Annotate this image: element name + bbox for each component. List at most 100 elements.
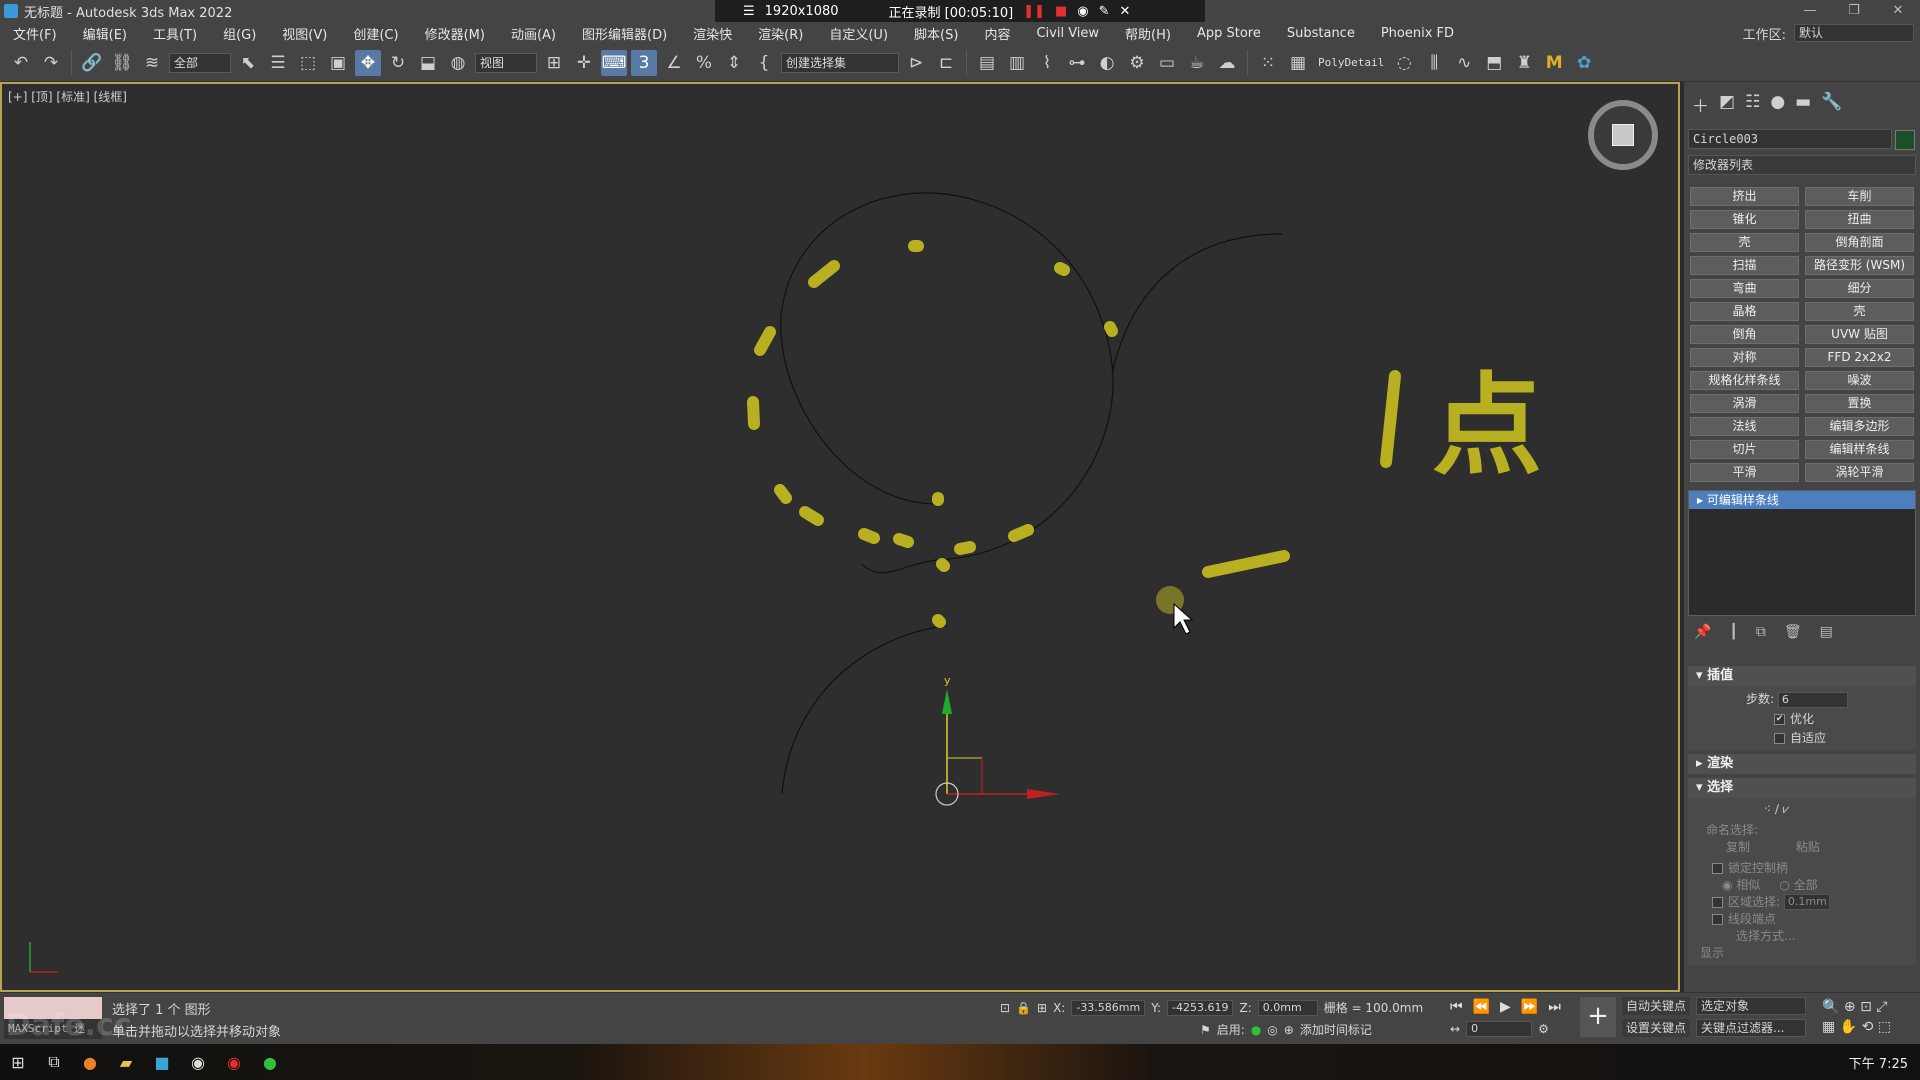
bind-space-warp-icon[interactable]: ≋ [139, 50, 165, 76]
menu-customize[interactable]: 自定义(U) [816, 24, 901, 43]
align-icon[interactable]: ⊏ [933, 50, 959, 76]
windows-start-icon[interactable]: ⊞ [0, 1044, 36, 1080]
go-to-end-icon[interactable]: ⏭ [1548, 999, 1561, 1015]
wechat-icon[interactable]: ● [252, 1044, 288, 1080]
isolate-selection-icon[interactable]: ⊡ [1000, 1001, 1010, 1015]
task-view-icon[interactable]: ⧉ [36, 1044, 72, 1080]
firefox-icon[interactable]: ● [72, 1044, 108, 1080]
modifier-button-path-deform[interactable]: 路径变形 (WSM) [1805, 256, 1914, 275]
add-time-tag-label[interactable]: 添加时间标记 [1300, 1021, 1372, 1038]
camera-icon[interactable]: ◉ [1077, 4, 1088, 19]
selected-objects-dropdown[interactable]: 选定对象 [1696, 997, 1807, 1015]
absolute-mode-icon[interactable]: ⊞ [1037, 1001, 1047, 1015]
set-key-button[interactable]: 设置关键点 [1622, 1019, 1691, 1037]
menu-create[interactable]: 创建(C) [340, 24, 411, 43]
link-icon[interactable]: 🔗 [79, 50, 105, 76]
select-and-move-icon[interactable]: ✥ [355, 49, 381, 76]
selection-lock-icon[interactable]: 🔒 [1016, 1001, 1031, 1015]
schematic-view-icon[interactable]: ⊶ [1064, 50, 1090, 76]
modify-tab-icon[interactable]: ◩ [1719, 92, 1735, 117]
time-configuration-icon[interactable]: ⚙ [1538, 1022, 1549, 1036]
polydetail-button[interactable]: PolyDetail [1315, 56, 1387, 69]
layer-explorer-icon[interactable]: ▤ [974, 50, 1000, 76]
window-crossing-icon[interactable]: ▣ [325, 50, 351, 76]
file-explorer-icon[interactable]: ▰ [108, 1044, 144, 1080]
z-coordinate-field[interactable]: 0.0mm [1257, 999, 1318, 1016]
maximize-icon[interactable]: ❐ [1832, 0, 1876, 22]
undo-icon[interactable]: ↶ [8, 50, 34, 76]
time-config-icon[interactable]: ◎ [1267, 1023, 1277, 1037]
optimize-checkbox[interactable]: ✔ [1774, 713, 1785, 725]
media-icon[interactable]: ◉ [180, 1044, 216, 1080]
sub-object-level-icons[interactable]: ⁖ ∕ ⩗ [1696, 802, 1908, 817]
workspace-dropdown[interactable]: 默认 [1794, 24, 1914, 42]
motion-tab-icon[interactable]: ● [1770, 92, 1785, 117]
render-production-icon[interactable]: ☕ [1184, 50, 1210, 76]
ref-coord-dropdown[interactable]: 视图 [475, 52, 537, 73]
pin-stack-icon[interactable]: 📌 [1694, 624, 1711, 640]
snaps-toggle-icon[interactable]: 3 [631, 49, 657, 76]
previous-frame-icon[interactable]: ⏪ [1473, 999, 1490, 1015]
rect-select-region-icon[interactable]: ⬚ [295, 50, 321, 76]
rollout-rendering-header[interactable]: ▸ 渲染 [1688, 753, 1916, 774]
modifier-button-displace[interactable]: 置换 [1805, 394, 1914, 413]
modifier-list-dropdown[interactable]: 修改器列表 [1688, 155, 1916, 175]
viewcube[interactable] [1588, 100, 1658, 170]
modifier-button-bend[interactable]: 弯曲 [1690, 279, 1799, 298]
plugin-frame-icon[interactable]: ⬒ [1481, 50, 1507, 76]
menu-icon[interactable]: ☰ [743, 4, 755, 19]
modifier-button-turbosmooth[interactable]: 涡轮平滑 [1805, 463, 1914, 482]
select-object-icon[interactable]: ⬉ [235, 50, 261, 76]
menu-help[interactable]: 帮助(H) [1112, 24, 1184, 43]
material-editor-icon[interactable]: ◐ [1094, 50, 1120, 76]
render-iterative-icon[interactable]: ☁ [1214, 50, 1240, 76]
play-icon[interactable]: ▶ [1500, 999, 1511, 1015]
stack-item-editable-spline[interactable]: ▸ 可编辑样条线 [1689, 491, 1915, 509]
plugin-m-icon[interactable]: M [1541, 50, 1567, 76]
pivot-center-icon[interactable]: ⊞ [541, 50, 567, 76]
key-filters-button[interactable]: 关键点过滤器... [1696, 1019, 1807, 1037]
grid-dots-icon[interactable]: ⁙ [1255, 50, 1281, 76]
modifier-button-relax[interactable]: 涡滑 [1690, 394, 1799, 413]
spinner-snap-icon[interactable]: ⇕ [721, 50, 747, 76]
ribbon-icon[interactable]: ▥ [1004, 50, 1030, 76]
next-frame-icon[interactable]: ⏩ [1521, 999, 1538, 1015]
copy-button[interactable]: 复制 [1726, 840, 1750, 854]
plugin-gear-icon[interactable]: ✿ [1571, 50, 1597, 76]
remove-modifier-icon[interactable]: 🗑 [1784, 624, 1802, 640]
modifier-button-smooth[interactable]: 平滑 [1690, 463, 1799, 482]
3dsmax-icon[interactable]: ■ [144, 1044, 180, 1080]
modifier-button-noise[interactable]: 噪波 [1805, 371, 1914, 390]
redo-icon[interactable]: ↷ [38, 50, 64, 76]
segment-end-checkbox[interactable] [1712, 914, 1723, 925]
menu-tools[interactable]: 工具(T) [140, 24, 210, 43]
modifier-button-extrude[interactable]: 挤出 [1690, 187, 1799, 206]
keyboard-shortcut-override-icon[interactable]: ⌨ [601, 49, 627, 76]
unlink-icon[interactable]: ⛓ [109, 50, 135, 76]
rollout-selection-header[interactable]: ▾ 选择 [1688, 777, 1916, 798]
modifier-button-edit-poly[interactable]: 编辑多边形 [1805, 417, 1914, 436]
selection-filter-dropdown[interactable]: 全部 [169, 52, 231, 73]
add-time-tag-icon[interactable]: ⊕ [1284, 1023, 1294, 1037]
menu-edit[interactable]: 编辑(E) [70, 24, 140, 43]
close-icon[interactable]: ✕ [1876, 0, 1920, 22]
navigation-zoom-icons[interactable]: 🔍 ⊕ ⊡ ⤢ [1822, 999, 1891, 1015]
menu-modifiers[interactable]: 修改器(M) [412, 24, 498, 43]
configure-sets-icon[interactable]: ▤ [1820, 624, 1833, 640]
angle-snap-icon[interactable]: ∠ [661, 50, 687, 76]
menu-rendering[interactable]: 渲染(R) [745, 24, 816, 43]
menu-scripting[interactable]: 脚本(S) [901, 24, 971, 43]
auto-key-button[interactable]: 自动关键点 [1622, 997, 1691, 1015]
plugin-figure-icon[interactable]: ♜ [1511, 50, 1537, 76]
select-by-name-icon[interactable]: ☰ [265, 50, 291, 76]
navigation-pan-icons[interactable]: ▦ ✋ ⟲ ⬚ [1822, 1019, 1891, 1035]
show-end-result-icon[interactable]: ┃ [1729, 624, 1737, 640]
modifier-button-slice[interactable]: 切片 [1690, 440, 1799, 459]
menu-render-fast[interactable]: 渲染快 [680, 24, 745, 43]
named-selection-dropdown[interactable]: 创建选择集 [781, 52, 899, 73]
stop-icon[interactable]: ■ [1055, 4, 1067, 19]
render-setup-icon[interactable]: ⚙ [1124, 50, 1150, 76]
menu-graph-editors[interactable]: 图形编辑器(D) [569, 24, 680, 43]
rollout-interpolation-header[interactable]: ▾ 插值 [1688, 666, 1916, 686]
y-coordinate-field[interactable]: -4253.619 [1167, 999, 1234, 1016]
